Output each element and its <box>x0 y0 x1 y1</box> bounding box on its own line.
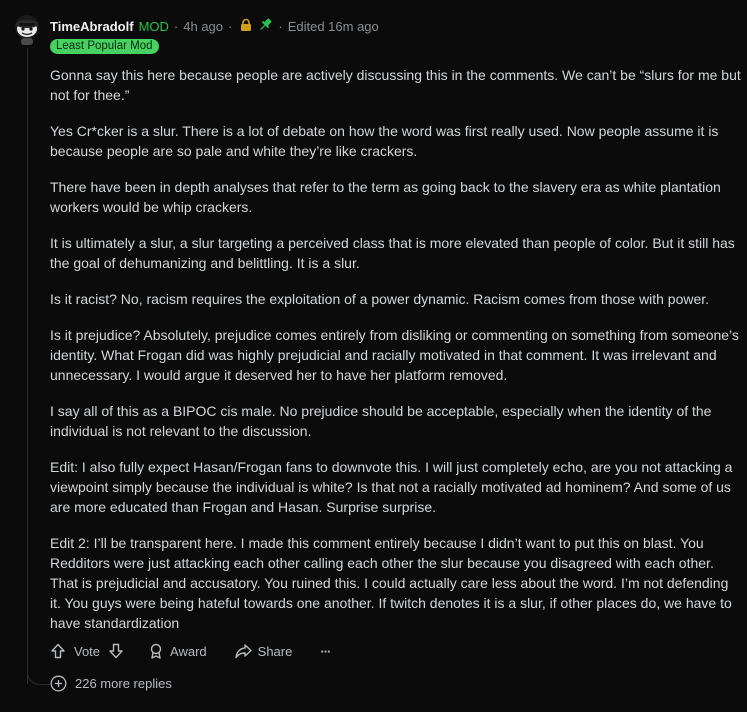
comment-body: Gonna say this here because people are a… <box>50 65 742 649</box>
separator-dot: · <box>173 18 179 34</box>
comment-paragraph: Edit: I also fully expect Hasan/Frogan f… <box>50 459 733 515</box>
share-icon <box>234 644 252 659</box>
separator-dot: · <box>228 18 233 34</box>
comment-paragraph: It is ultimately a slur, a slur targetin… <box>50 235 735 271</box>
award-icon <box>150 643 162 659</box>
plus-circle-icon <box>50 675 67 691</box>
upvote-button[interactable] <box>50 643 66 659</box>
share-label: Share <box>257 643 293 659</box>
award-button[interactable]: Award <box>148 643 207 659</box>
comment-actions: Vote Award Share ··· <box>50 640 331 662</box>
separator-dot: · <box>278 18 283 34</box>
avatar[interactable] <box>12 14 42 46</box>
comment-paragraph: Gonna say this here because people are a… <box>50 67 741 103</box>
downvote-button[interactable] <box>108 643 124 659</box>
downvote-icon <box>109 643 123 659</box>
comment-paragraph: Yes Cr*cker is a slur. There is a lot of… <box>50 123 719 159</box>
more-replies-link[interactable]: 226 more replies <box>50 673 172 693</box>
comment-paragraph: I say all of this as a BIPOC cis male. N… <box>50 403 712 439</box>
comment: TimeAbradolf MOD · 4h ago · · Edited 16m… <box>0 0 747 712</box>
thread-line[interactable] <box>27 48 28 684</box>
mod-tag: MOD <box>138 18 169 34</box>
comment-paragraph: There have been in depth analyses that r… <box>50 179 721 215</box>
more-options-icon: ··· <box>320 643 331 659</box>
more-replies-label: 226 more replies <box>75 675 172 691</box>
comment-header: TimeAbradolf MOD · 4h ago · · Edited 16m… <box>50 17 379 35</box>
user-flair: Least Popular Mod <box>50 39 159 54</box>
edited-label: Edited 16m ago <box>287 18 379 34</box>
pin-icon <box>258 17 273 35</box>
comment-paragraph: Is it racist? No, racism requires the ex… <box>50 291 710 307</box>
more-options-button[interactable]: ··· <box>320 643 331 659</box>
award-label: Award <box>170 643 207 659</box>
vote-label: Vote <box>74 643 101 659</box>
author-name[interactable]: TimeAbradolf <box>50 19 134 34</box>
upvote-icon <box>51 643 65 659</box>
comment-paragraph: Is it prejudice? Absolutely, prejudice c… <box>50 327 739 383</box>
thread-elbow <box>27 664 50 685</box>
share-button[interactable]: Share <box>234 643 293 659</box>
comment-paragraph: Edit 2: I’ll be transparent here. I made… <box>50 535 732 631</box>
timestamp[interactable]: 4h ago <box>183 19 223 34</box>
lock-icon <box>239 18 253 35</box>
